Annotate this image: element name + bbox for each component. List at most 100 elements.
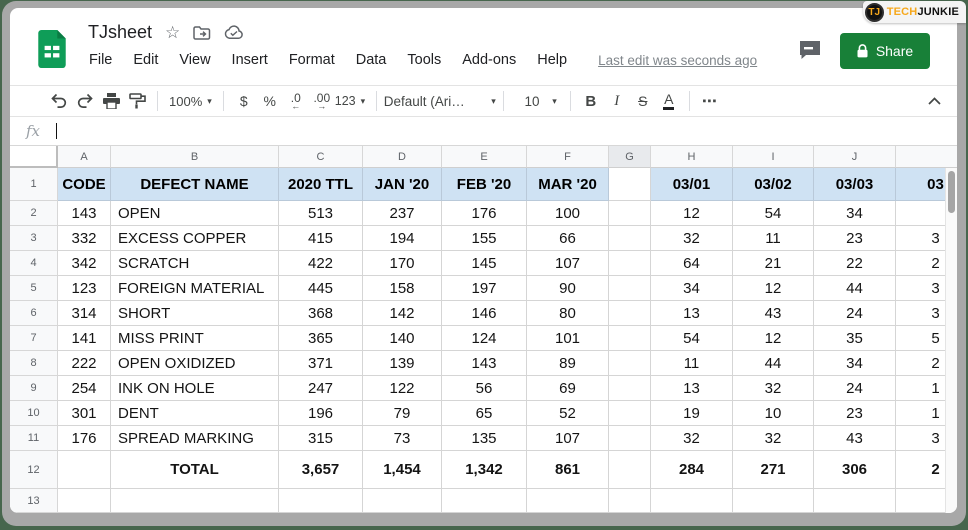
cell-C5[interactable]: 445 — [279, 276, 363, 301]
cell-A13[interactable] — [58, 489, 111, 513]
menu-item-addons[interactable]: Add-ons — [462, 52, 516, 68]
row-header-6[interactable]: 6 — [10, 301, 58, 326]
cell-H4[interactable]: 64 — [651, 251, 733, 276]
menu-item-format[interactable]: Format — [289, 52, 335, 68]
cell-E13[interactable] — [442, 489, 527, 513]
row-header-1[interactable]: 1 — [10, 168, 58, 201]
cell-A8[interactable]: 222 — [58, 351, 111, 376]
cell-E2[interactable]: 176 — [442, 201, 527, 226]
cell-A11[interactable]: 176 — [58, 426, 111, 451]
cell-A1[interactable]: CODE — [58, 168, 111, 201]
cell-D10[interactable]: 79 — [363, 401, 442, 426]
cell-A6[interactable]: 314 — [58, 301, 111, 326]
cell-E7[interactable]: 124 — [442, 326, 527, 351]
column-header-I[interactable]: I — [733, 146, 814, 168]
cell-D3[interactable]: 194 — [363, 226, 442, 251]
cell-A9[interactable]: 254 — [58, 376, 111, 401]
column-header-F[interactable]: F — [527, 146, 609, 168]
row-header-13[interactable]: 13 — [10, 489, 58, 513]
cell-F13[interactable] — [527, 489, 609, 513]
cell-C6[interactable]: 368 — [279, 301, 363, 326]
cell-I2[interactable]: 54 — [733, 201, 814, 226]
cell-G10[interactable] — [609, 401, 651, 426]
font-select[interactable]: Default (Ari…▾ — [384, 94, 496, 109]
cell-B6[interactable]: SHORT — [111, 301, 279, 326]
row-header-8[interactable]: 8 — [10, 351, 58, 376]
cell-F2[interactable]: 100 — [527, 201, 609, 226]
cell-B1[interactable]: DEFECT NAME — [111, 168, 279, 201]
cloud-saved-icon[interactable] — [224, 25, 244, 40]
cell-C1[interactable]: 2020 TTL — [279, 168, 363, 201]
row-header-10[interactable]: 10 — [10, 401, 58, 426]
cell-I13[interactable] — [733, 489, 814, 513]
cell-J6[interactable]: 24 — [814, 301, 896, 326]
cell-J3[interactable]: 23 — [814, 226, 896, 251]
cell-E12[interactable]: 1,342 — [442, 451, 527, 489]
menu-item-tools[interactable]: Tools — [407, 52, 441, 68]
row-header-11[interactable]: 11 — [10, 426, 58, 451]
cell-D12[interactable]: 1,454 — [363, 451, 442, 489]
cell-I6[interactable]: 43 — [733, 301, 814, 326]
cell-J8[interactable]: 34 — [814, 351, 896, 376]
cell-B8[interactable]: OPEN OXIDIZED — [111, 351, 279, 376]
cell-J5[interactable]: 44 — [814, 276, 896, 301]
cell-E9[interactable]: 56 — [442, 376, 527, 401]
cell-C9[interactable]: 247 — [279, 376, 363, 401]
cell-C3[interactable]: 415 — [279, 226, 363, 251]
cell-A5[interactable]: 123 — [58, 276, 111, 301]
redo-button[interactable] — [72, 89, 98, 113]
share-button[interactable]: Share — [840, 33, 930, 69]
cell-D6[interactable]: 142 — [363, 301, 442, 326]
cell-E8[interactable]: 143 — [442, 351, 527, 376]
cell-I3[interactable]: 11 — [733, 226, 814, 251]
cell-I9[interactable]: 32 — [733, 376, 814, 401]
cell-I12[interactable]: 271 — [733, 451, 814, 489]
menu-item-data[interactable]: Data — [356, 52, 387, 68]
cell-H12[interactable]: 284 — [651, 451, 733, 489]
cell-F6[interactable]: 80 — [527, 301, 609, 326]
cell-B11[interactable]: SPREAD MARKING — [111, 426, 279, 451]
cell-H8[interactable]: 11 — [651, 351, 733, 376]
cell-C13[interactable] — [279, 489, 363, 513]
cell-F1[interactable]: MAR '20 — [527, 168, 609, 201]
cell-B12[interactable]: TOTAL — [111, 451, 279, 489]
paint-format-button[interactable] — [124, 89, 150, 113]
cell-I1[interactable]: 03/02 — [733, 168, 814, 201]
cell-F5[interactable]: 90 — [527, 276, 609, 301]
cell-C12[interactable]: 3,657 — [279, 451, 363, 489]
cell-H2[interactable]: 12 — [651, 201, 733, 226]
cell-I7[interactable]: 12 — [733, 326, 814, 351]
cell-H6[interactable]: 13 — [651, 301, 733, 326]
cell-J2[interactable]: 34 — [814, 201, 896, 226]
decrease-decimal-button[interactable]: .0← — [283, 93, 309, 110]
menu-item-help[interactable]: Help — [537, 52, 567, 68]
cell-H7[interactable]: 54 — [651, 326, 733, 351]
cell-A10[interactable]: 301 — [58, 401, 111, 426]
cell-F8[interactable]: 89 — [527, 351, 609, 376]
move-folder-icon[interactable] — [193, 26, 211, 40]
column-header-B[interactable]: B — [111, 146, 279, 168]
cell-G9[interactable] — [609, 376, 651, 401]
cell-G2[interactable] — [609, 201, 651, 226]
cell-E6[interactable]: 146 — [442, 301, 527, 326]
cell-G7[interactable] — [609, 326, 651, 351]
row-header-12[interactable]: 12 — [10, 451, 58, 489]
cell-G6[interactable] — [609, 301, 651, 326]
cell-D5[interactable]: 158 — [363, 276, 442, 301]
cell-H5[interactable]: 34 — [651, 276, 733, 301]
cell-D7[interactable]: 140 — [363, 326, 442, 351]
cell-G3[interactable] — [609, 226, 651, 251]
cell-H11[interactable]: 32 — [651, 426, 733, 451]
cell-B10[interactable]: DENT — [111, 401, 279, 426]
cell-G1[interactable] — [609, 168, 651, 201]
cell-J11[interactable]: 43 — [814, 426, 896, 451]
star-icon[interactable]: ☆ — [165, 24, 180, 41]
cell-A4[interactable]: 342 — [58, 251, 111, 276]
cell-B9[interactable]: INK ON HOLE — [111, 376, 279, 401]
font-size-select[interactable]: 10▾ — [511, 94, 563, 109]
cell-D4[interactable]: 170 — [363, 251, 442, 276]
cell-J4[interactable]: 22 — [814, 251, 896, 276]
cell-I4[interactable]: 21 — [733, 251, 814, 276]
row-header-5[interactable]: 5 — [10, 276, 58, 301]
cell-J10[interactable]: 23 — [814, 401, 896, 426]
